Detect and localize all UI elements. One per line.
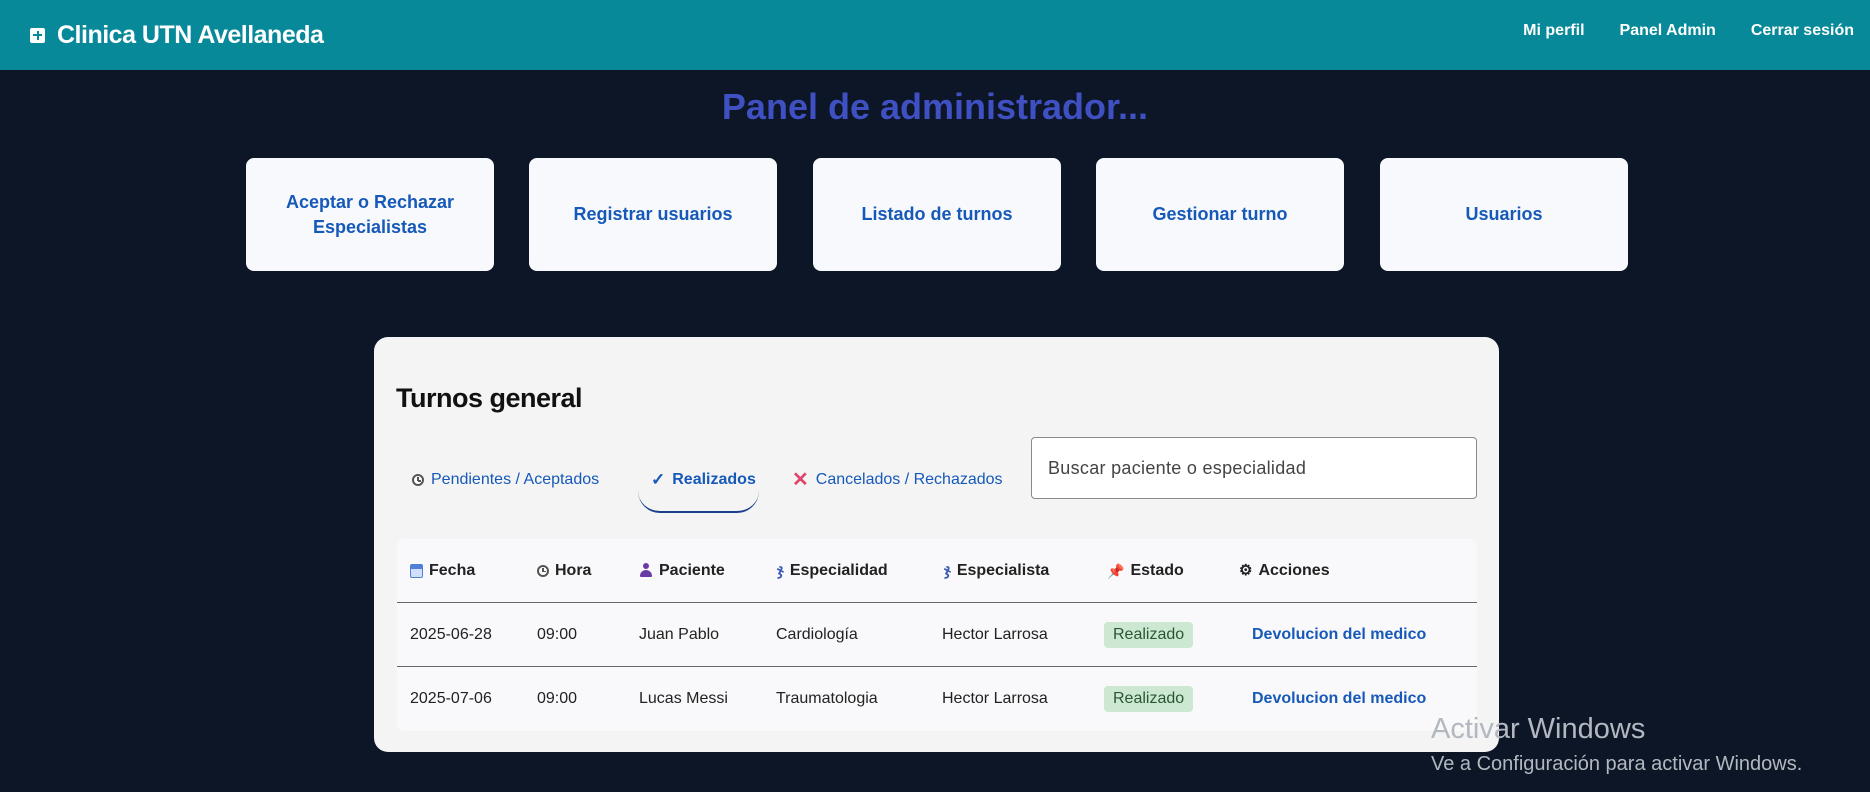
cell-paciente: Lucas Messi	[639, 689, 728, 707]
active-tab-indicator	[638, 491, 759, 513]
tab-label: Realizados	[672, 471, 756, 488]
main-nav: Mi perfil Panel Admin Cerrar sesión	[1523, 22, 1854, 40]
tab-label: Cancelados / Rechazados	[815, 471, 1003, 488]
column-header-acciones: ⚙ Acciones	[1239, 539, 1330, 602]
brand[interactable]: Clinica UTN Avellaneda	[30, 18, 324, 52]
column-label: Hora	[555, 561, 592, 579]
column-header-paciente: Paciente	[639, 539, 725, 602]
cell-acciones: Devolucion del medico	[1252, 667, 1426, 730]
calendar-icon	[410, 563, 423, 578]
column-label: Especialista	[956, 561, 1050, 579]
doctor-feedback-link[interactable]: Devolucion del medico	[1252, 690, 1426, 708]
clock-icon	[412, 474, 424, 486]
pushpin-icon: 📌	[1107, 562, 1125, 579]
top-navbar: Clinica UTN Avellaneda Mi perfil Panel A…	[0, 0, 1870, 70]
medical-cross-icon	[30, 27, 45, 43]
stethoscope-icon: ჯ	[777, 562, 784, 579]
column-label: Paciente	[659, 561, 725, 579]
table-row: 2025-07-06 09:00 Lucas Messi Traumatolog…	[397, 667, 1477, 730]
cell-hora: 09:00	[537, 625, 578, 643]
card-users[interactable]: Usuarios	[1380, 158, 1628, 271]
card-accept-reject-specialists[interactable]: Aceptar o Rechazar Especialistas	[246, 158, 494, 271]
cell-paciente: Juan Pablo	[639, 625, 720, 643]
card-appointments-list[interactable]: Listado de turnos	[813, 158, 1061, 271]
tab-cancelled-rejected[interactable]: ✕ Cancelados / Rechazados	[792, 469, 1003, 491]
column-label: Fecha	[429, 561, 476, 579]
cell-estado: Realizado	[1104, 603, 1194, 666]
cell-estado: Realizado	[1104, 667, 1194, 730]
check-icon: ✓	[651, 470, 666, 489]
brand-title: Clinica UTN Avellaneda	[57, 20, 324, 49]
cell-hora: 09:00	[537, 689, 578, 707]
cell-especialista: Hector Larrosa	[942, 689, 1048, 707]
nav-logout[interactable]: Cerrar sesión	[1751, 22, 1854, 40]
tab-label: Pendientes / Aceptados	[431, 471, 600, 488]
column-label: Especialidad	[789, 561, 888, 579]
appointments-table: Fecha Hora Paciente ჯ Especialidad ჯ Esp…	[397, 539, 1477, 731]
clock-icon	[537, 564, 549, 577]
card-manage-appointment[interactable]: Gestionar turno	[1096, 158, 1344, 271]
column-label: Estado	[1130, 561, 1184, 579]
cell-acciones: Devolucion del medico	[1252, 603, 1426, 666]
page-title: Panel de administrador...	[721, 86, 1149, 127]
search-input[interactable]	[1031, 437, 1477, 499]
table-header: Fecha Hora Paciente ჯ Especialidad ჯ Esp…	[397, 539, 1477, 603]
status-badge: Realizado	[1104, 685, 1194, 712]
card-register-users[interactable]: Registrar usuarios	[529, 158, 777, 271]
table-row: 2025-06-28 09:00 Juan Pablo Cardiología …	[397, 603, 1477, 667]
stethoscope-icon: ჯ	[944, 562, 951, 579]
tab-pending-accepted[interactable]: Pendientes / Aceptados	[412, 471, 599, 489]
status-badge: Realizado	[1104, 621, 1194, 648]
x-icon: ✕	[792, 469, 809, 491]
watermark-subtitle: Ve a Configuración para activar Windows.	[1431, 753, 1803, 775]
column-header-estado: 📌 Estado	[1107, 539, 1184, 602]
person-icon	[639, 563, 653, 578]
nav-admin-panel[interactable]: Panel Admin	[1620, 22, 1716, 40]
column-header-especialista: ჯ Especialista	[944, 539, 1049, 602]
gear-icon: ⚙	[1239, 562, 1253, 579]
column-header-fecha: Fecha	[410, 539, 475, 602]
column-label: Acciones	[1258, 561, 1330, 579]
cell-especialidad: Cardiología	[776, 625, 858, 643]
nav-my-profile[interactable]: Mi perfil	[1523, 22, 1584, 40]
column-header-hora: Hora	[537, 539, 591, 602]
windows-activation-watermark: Activar Windows Ve a Configuración para …	[1431, 712, 1802, 778]
tab-completed[interactable]: ✓ Realizados	[651, 470, 756, 490]
cell-fecha: 2025-07-06	[410, 689, 492, 707]
cell-especialidad: Traumatologia	[776, 689, 878, 707]
watermark-title: Activar Windows	[1431, 713, 1646, 745]
cell-fecha: 2025-06-28	[410, 625, 492, 643]
panel-title: Turnos general	[396, 383, 583, 413]
column-header-especialidad: ჯ Especialidad	[777, 539, 888, 602]
appointments-panel: Turnos general Pendientes / Aceptados ✓ …	[374, 337, 1499, 752]
cell-especialista: Hector Larrosa	[942, 625, 1048, 643]
doctor-feedback-link[interactable]: Devolucion del medico	[1252, 626, 1426, 644]
